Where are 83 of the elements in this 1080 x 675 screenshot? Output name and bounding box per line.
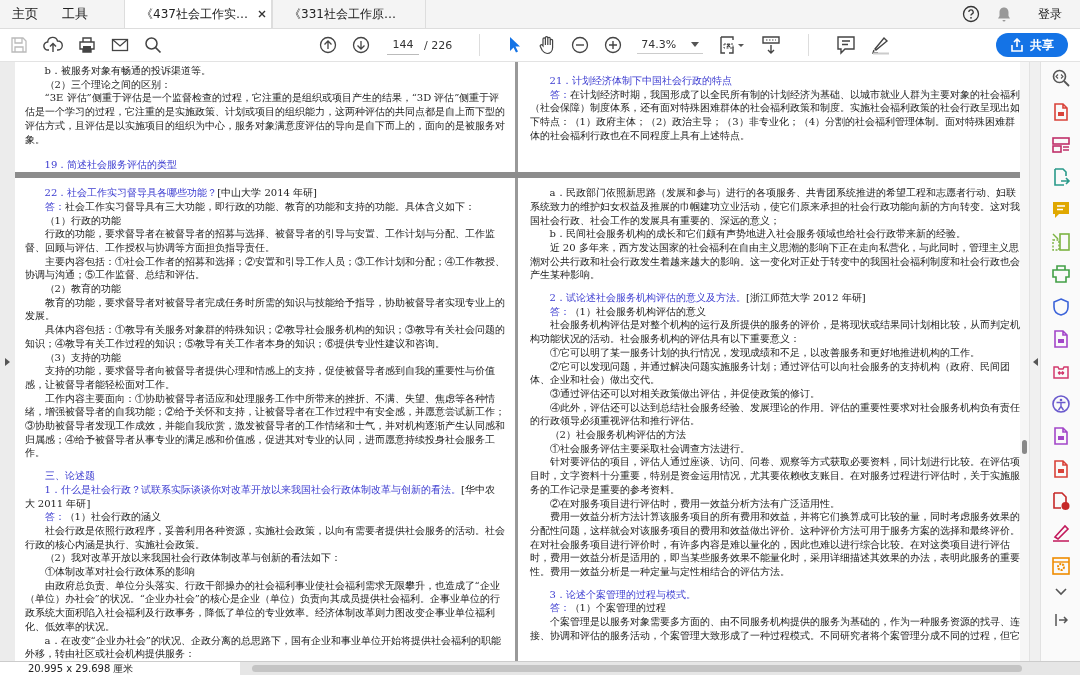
printer-icon[interactable] [1050,264,1071,285]
next-page-icon[interactable] [352,36,370,54]
horizontal-scrollbar[interactable] [252,665,1022,672]
answer-paragraph: 答：社会工作实习督导具有三大功能，即行政的功能、教育的功能和支持的功能。具体含义如下： [43,199,476,214]
close-icon[interactable] [257,10,266,18]
answer-paragraph: 答：在计划经济时期，我国形成了以全民所有制的计划经济为基础、以城市就业人群为主要对象的社会福利（社会保障）制度体系，还有面对特殊困难群体的社会福利政策和制度。实施社会福利政策的社会行政呈现出如下特点：（1）政府主体；（2）政治主导；（3）非专业化；（4）分割的社会福利管理体制。面对特殊困难群体的社会福利行政也在不同程度上具有上述特点。 [529,87,1020,143]
answer-paragraph: 答：（1）个案管理的过程 [548,601,667,616]
zoom-out-icon[interactable] [571,36,590,54]
document-icon[interactable] [1050,491,1071,512]
paragraph: ②在对服务项目进行评估时，费用一效益分析方法有广泛适用性。 [548,496,841,511]
question-heading: 21．计划经济体制下中国社会行政的特点 [548,74,734,88]
paragraph: （2）社会服务机构评估的方法 [548,428,687,442]
paragraph: 行政的功能，要求督导者在被督导者的招募与选择、被督导者的引导与安置、工作计划与分配、工作监督、回顾与评估、工作授权与协调等方面担负指导责任。 [24,227,496,255]
tab-title: 《331社会工作原… [289,5,396,23]
cloud-upload-icon[interactable] [43,36,63,54]
print-icon[interactable] [78,36,96,54]
paragraph: （2）三个理论之间的区别： [43,77,172,92]
scroll-mode-icon[interactable] [761,35,782,55]
document-tab[interactable]: 《437社会工作实… [124,0,272,28]
page-total: / 226 [424,38,453,52]
share-icon [1010,38,1024,52]
zoom-dropdown[interactable]: 74.3% [637,36,704,54]
paragraph: （2）我对改革开放以来我国社会行政体制改革与创新的看法如下： [43,551,342,566]
paragraph: （1）行政的功能 [43,213,122,228]
question-heading: 22．社会工作实习督导具各哪些功能？[中山大学 2014 年研] [43,186,318,200]
highlighter-icon[interactable] [871,35,892,55]
tab-title: 《437社会工作实… [141,5,248,23]
question-heading: 2．试论述社会服务机构评估的意义及方法。[浙江师范大学 2012 年研] [548,291,867,305]
nav-tab[interactable]: 工具 [50,0,100,28]
paragraph: 针对要评估的项目，评估人通过座谈、访问、问卷、观察等方式获取必要资料，同计划进行比较。在评估项目时，文字资料十分重要，特别是资金运用情况，尤其要依赖收支账目。在对服务过程进行评估时，关于实施服务的工作记录是重要的参考资料。 [529,455,1020,497]
scrollbar-thumb[interactable] [1021,440,1027,454]
paragraph: ④此外，评估还可以达到总结社会服务经验、发展理论的作用。评估的重要性要求对社会服务机构负有责任的行政领导必须重视评估和推行评估。 [529,400,1020,429]
sign-in-button[interactable]: 登录 [1028,0,1080,28]
document-tab[interactable]: 《331社会工作原… [272,0,426,28]
paragraph: a．在改变“企业办社会”的状况、企政分离的总思路下，国有企业和事业单位开始将提供社会福利的职能外移，转由社区或社会机构提供服务： [24,633,502,661]
paragraph: 社会服务机构评估是对整个机构的运行及所提供的服务的评价，是将现状或结果同计划相比较，从而判定机构功能状况的活动。社会服务机构的评估具有以下重要意义： [529,318,1020,346]
paragraph: b．民间社会服务机构的成长和它们颇有声势地进入社会服务领域也给社会行政带来新的经验。 [548,227,967,241]
panel-collapse-icon[interactable] [1053,612,1068,627]
paragraph: b．被服务对象有畅通的投诉渠道等。 [43,64,212,78]
section-heading: 三、论述题 [43,469,96,483]
caret-icon [691,42,700,47]
paragraph: ①它可以明了某一服务计划的执行情况，发现成绩和不足，以改善服务和更好地推进机构的工作。 [548,345,981,360]
nav-tab[interactable]: 主页 [0,0,50,28]
accessibility-icon[interactable] [1050,393,1071,414]
question-heading: 19．简述社会服务评估的类型 [43,158,179,172]
shield-icon[interactable] [1050,296,1071,317]
paragraph: 主要内容包括：①社会工作者的招募和选择；②安置和引导工作人员；③工作计划和分配；④工作教授、协调与沟通；⑤工作监督、总结和评估。 [24,254,505,282]
paragraph: 近 20 多年来，西方发达国家的社会福利在自由主义思潮的影响下正在走向私营化，与此同时，管理主义思潮对公共行政和社会行政发生着越来越大的影响。这一变化对正处于转变中的我国社会福利制度和社会行政也会产生某种影响。 [529,240,1020,282]
share-button[interactable]: 共享 [996,33,1068,57]
paragraph: （2）教育的功能 [43,282,122,296]
paragraph: 个案管理是以服务对象需要多方面的、由不同服务机构提供的服务为基础的，作为一种服务资源的找寻、连接、协调和评估的服务活动，个案管理大致形成了一种过程模式。不同研究者将个案管理分成不同的过程，但它 [529,615,1020,643]
layout-icon[interactable] [1050,134,1071,155]
question-heading: 3．论述个案管理的过程与模式。 [548,587,697,602]
answer-paragraph: 答：（1）社会行政的涵义 [43,510,162,524]
fit-page-icon[interactable] [718,35,747,55]
paragraph: 具体内容包括：①教导有关服务对象群的特殊知识；②教导社会服务机构的知识；③教导有关社会问题的知识；④教导有关工作过程的知识；⑤教导有关工作者本身的知识；⑥提供专业性建议和咨询。 [24,323,505,351]
pen-icon[interactable] [1050,523,1071,544]
paragraph: （3）支持的功能 [43,350,122,365]
question-heading: 1．什么是社会行政？试联系实际谈谈你对改革开放以来我国社会行政体制改革与创新的看法。[华中农大 2011 年研] [24,482,496,511]
answer-paragraph: 答：（1）社会服务机构评估的意义 [548,304,707,319]
paragraph: 费用一效益分析方法计算该服务项目的所有费用和效益，并将它们换算成可比较的量，同时考虑服务效果的分配性问题，这样就会对该服务项目的费用和效益做出评价。这种评价方法可用于服务方案的选择和最终评价。在对社会服务项目进行评价时，有许多内容是难以量化的，因此也难以进行综合比较。在对这类项目进行评估时，费用一效益分析是适用的，即当某些服务效果不能量化时，采用详细描述其效果的办法，表明此服务的重要性。费用一效益分析是一种定量与定性相结合的评估方法。 [529,510,1020,579]
paragraph: 由政府总负责、单位分头落实、行政干部操办的社会福利事业使社会福利需求无限攀升，也造成了“企业（单位）办社会”的状况。“企业办社会”的核心是企业（单位）负责向其成员提供社会福利。企事业单位的行政系统大面积陷入社会福利及行政事务，降低了单位的专业效率。经济体制改革则力图改变企事业单位福利化、低效率的状况。 [24,578,501,634]
magnifier-icon[interactable] [1050,68,1071,88]
bell-icon[interactable] [996,5,1012,23]
paragraph: 教育的功能，要求督导者对被督导者完成任务时所需的知识与技能给予指导，协助被督导者实现专业上的发展。 [24,295,505,324]
search-icon[interactable] [144,36,162,54]
mail-icon[interactable] [111,37,129,53]
comment-icon[interactable] [836,35,857,55]
page-size-label: 20.995 x 29.698 厘米 [0,662,240,675]
paragraph: 工作内容主要面向：①协助被督导者适应和处理服务工作中所带来的挫折、不满、失望、焦虑等各种情绪，增强被督导者的自我功能；②给予关怀和支持，让被督导者在工作过程中有安全感，并愿意尝试新工作；③协助被督导者发现工作成效，并能自我欣赏，激发被督导者的工作情绪和士气，并对机构逐渐产生认同感和归属感；④给予被督导者从事专业的满足感和价值感，促进其对专业的认同，进而愿意持续投身社会服务工作。 [24,391,505,461]
zoom-in-icon[interactable] [604,36,623,54]
paragraph: ①体制改革对社会行政体系的影响 [43,565,196,579]
collapse-arrow-icon[interactable] [1032,357,1038,366]
chevron-down-icon[interactable] [1054,588,1067,597]
previous-page-icon[interactable] [319,36,337,54]
help-icon[interactable] [962,5,980,23]
paragraph: 支持的功能，要求督导者向被督导者提供心理和情感上的支持，促使被督导者感到自我的重要性与价值感，让被督导者能轻松面对工作。 [24,364,496,392]
paragraph: ③通过评估还可以对相关政策做出评估，并促使政策的修订。 [548,386,821,401]
paragraph: 社会行政是依照行政程序，妥善利用各种资源，实施社会政策，以向有需要者提供社会服务的活动。社会行政的核心内涵是执行、实施社会政策。 [24,523,505,552]
paragraph: “3E 评估”侧重于评估是一个监督检查的过程，它注重的是组织或项目产生的结果，“3D 评估”侧重于评估是一个学习的过程，它注重的是实施政策、计划或项目的组织能力，这两种评估的共同点都是自上而下型的评估方式，且评估是以实施项目的组织为中心，服务对象满意度评估的导向是自下而上的，面向的是被服务对象。 [24,91,505,147]
expand-arrow-icon[interactable] [4,357,10,366]
paragraph: ②它可以发现问题，并通过解决问题实施服务计划；通过评估可以向社会服务的支持机构（政府、民间团体、企业和社会）做出交代。 [529,359,1011,387]
paragraph: ①社会服务评估主要采取社会调查方法进行。 [548,441,751,456]
